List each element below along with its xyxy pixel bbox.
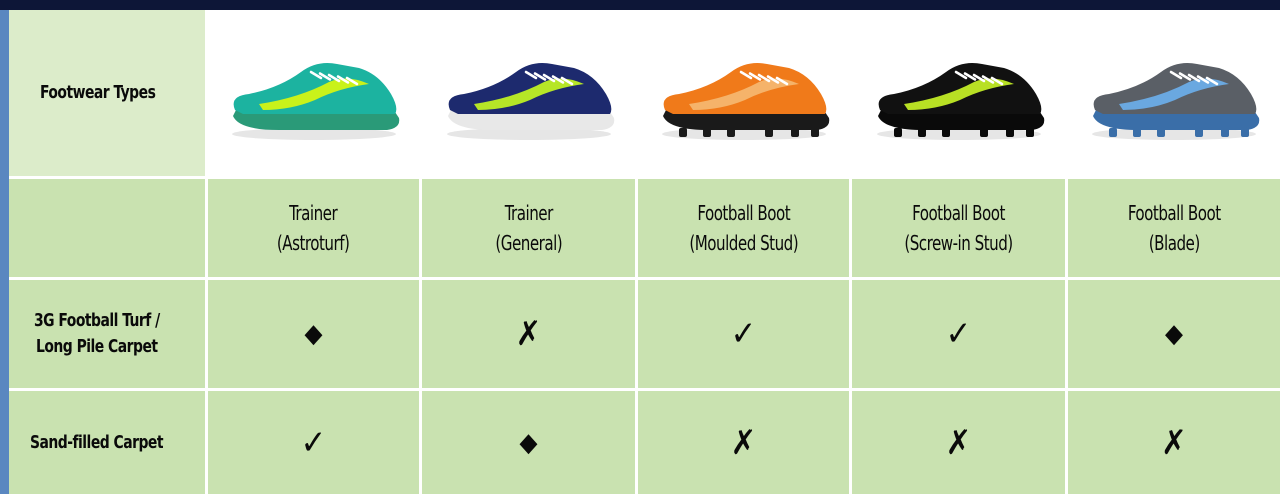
football-boot-moulded-stud-image	[661, 63, 829, 140]
type-name: Football Boot	[912, 201, 1005, 225]
shoe-stud	[1221, 128, 1229, 137]
type-subtype: (Moulded Stud)	[689, 231, 798, 255]
shoe-upper	[448, 63, 611, 114]
shoe-image-cell-2	[422, 10, 638, 179]
mark-check-icon: ✓	[730, 314, 757, 354]
surface-label-line1: 3G Football Turf /	[33, 310, 160, 331]
mark-diamond-icon: ◆	[304, 319, 323, 349]
shoe-stud	[1241, 128, 1249, 137]
shoe-stud	[979, 128, 988, 137]
suitability-cell: ◆	[1068, 280, 1280, 391]
mark-diamond-icon: ◆	[1165, 319, 1183, 349]
type-name: Football Boot	[1127, 201, 1221, 225]
suitability-cell: ✗	[422, 280, 638, 391]
shoe-image-cell-3	[638, 10, 852, 179]
shoe-stud	[941, 128, 950, 137]
type-name: Trainer	[504, 201, 553, 225]
shoe-image-cell-5	[1068, 10, 1280, 179]
surface-label-cell: 3G Football Turf / Long Pile Carpet	[9, 280, 208, 391]
shoe-stud	[726, 128, 735, 137]
left-edge-bar	[0, 10, 9, 494]
type-cell-3: Football Boot (Moulded Stud)	[638, 179, 852, 280]
mark-cross-icon: ✗	[1161, 422, 1187, 463]
empty-corner-cell	[9, 179, 208, 280]
suitability-cell: ◆	[208, 280, 422, 391]
suitability-cell: ✓	[208, 391, 422, 494]
page-frame: Footwear Types Trainer (Astroturf) Traine…	[0, 0, 1280, 494]
trainer-astroturf-image	[231, 63, 399, 140]
shoe-stud	[764, 128, 773, 137]
shoe-upper	[233, 63, 396, 114]
type-cell-2: Trainer (General)	[422, 179, 638, 280]
football-boot-blade-image	[1092, 63, 1260, 140]
shoe-stud	[1133, 128, 1141, 137]
mark-diamond-icon: ◆	[519, 427, 538, 458]
shoe-stud	[1005, 128, 1014, 137]
shoe-stud	[790, 128, 799, 137]
shoe-drawing	[661, 63, 829, 140]
mark-check-icon: ✓	[945, 314, 972, 354]
type-subtype: (Astroturf)	[277, 231, 350, 255]
mark-cross-icon: ✗	[730, 422, 757, 463]
type-name: Football Boot	[697, 201, 790, 225]
trainer-general-image	[446, 63, 614, 140]
shoe-image-cell-4	[852, 10, 1068, 179]
top-bar	[0, 0, 1280, 10]
suitability-cell: ◆	[422, 391, 638, 494]
shoe-stud	[810, 128, 819, 137]
footwear-comparison-table: Footwear Types Trainer (Astroturf) Traine…	[9, 10, 1280, 494]
footwear-types-label: Footwear Types	[39, 82, 156, 103]
suitability-cell: ✗	[852, 391, 1068, 494]
shoe-upper	[663, 63, 826, 114]
surface-row-sand-filled: Sand-filled Carpet ✓ ◆ ✗ ✗ ✗	[9, 391, 1280, 494]
type-cell-5: Football Boot (Blade)	[1068, 179, 1280, 280]
shoe-stud	[1025, 128, 1034, 137]
mark-cross-icon: ✗	[945, 422, 972, 463]
shoe-stud	[1157, 128, 1165, 137]
type-cell-4: Football Boot (Screw-in Stud)	[852, 179, 1068, 280]
surface-label-cell: Sand-filled Carpet	[9, 391, 208, 494]
type-subtype: (General)	[495, 231, 562, 255]
surface-label-line2: Long Pile Carpet	[36, 336, 158, 357]
type-cell-1: Trainer (Astroturf)	[208, 179, 422, 280]
shoe-upper	[878, 63, 1041, 114]
surface-row-3g-turf: 3G Football Turf / Long Pile Carpet ◆ ✗ …	[9, 280, 1280, 391]
shoe-stud	[917, 128, 926, 137]
shoe-stud	[1195, 128, 1203, 137]
shoe-stud	[702, 128, 711, 137]
suitability-cell: ✓	[852, 280, 1068, 391]
image-row: Footwear Types	[9, 10, 1280, 179]
shoe-stud	[1109, 128, 1117, 137]
suitability-cell: ✓	[638, 280, 852, 391]
type-subtype: (Blade)	[1148, 231, 1200, 255]
type-subtype: (Screw-in Stud)	[904, 231, 1013, 255]
football-boot-screw-in-stud-image	[876, 63, 1044, 140]
shoe-drawing	[231, 63, 399, 140]
mark-cross-icon: ✗	[515, 314, 542, 354]
type-names-row: Trainer (Astroturf) Trainer (General) Foot…	[9, 179, 1280, 280]
footwear-types-header-cell: Footwear Types	[9, 10, 208, 179]
mark-check-icon: ✓	[300, 422, 327, 463]
type-name: Trainer	[289, 201, 338, 225]
suitability-cell: ✗	[638, 391, 852, 494]
shoe-drawing	[446, 63, 614, 140]
shoe-stud	[893, 128, 902, 137]
shoe-drawing	[876, 63, 1044, 140]
surface-label-line1: Sand-filled Carpet	[29, 431, 164, 453]
suitability-cell: ✗	[1068, 391, 1280, 494]
shoe-drawing	[1092, 63, 1260, 140]
shoe-image-cell-1	[208, 10, 422, 179]
shoe-stud	[678, 128, 687, 137]
shoe-upper	[1093, 63, 1257, 114]
